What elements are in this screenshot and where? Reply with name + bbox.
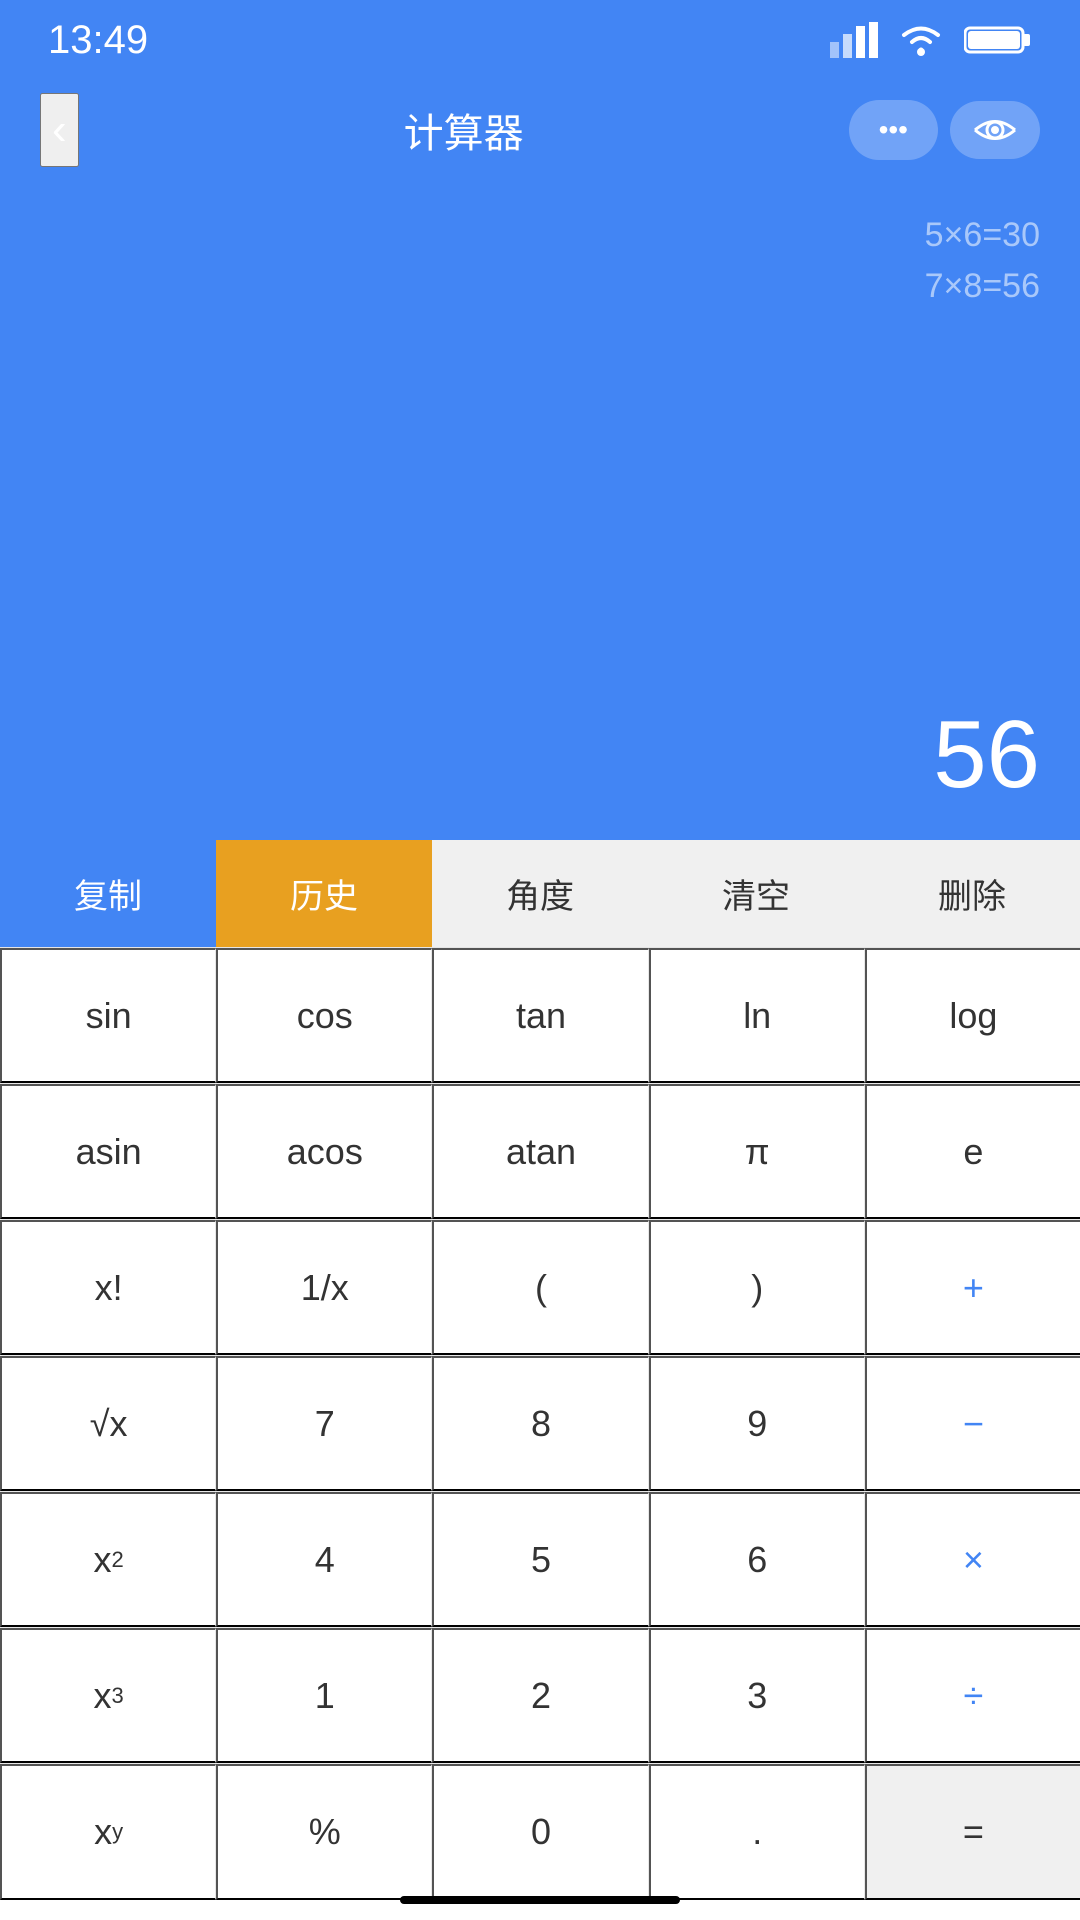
- wifi-icon: [896, 22, 946, 58]
- back-button[interactable]: ‹: [40, 93, 79, 167]
- key-atan[interactable]: atan: [432, 1084, 648, 1219]
- key-pi[interactable]: π: [649, 1084, 865, 1219]
- home-indicator: [400, 1896, 680, 1904]
- header: ‹ 计算器 •••: [0, 80, 1080, 180]
- keypad-row-6: x3 1 2 3 ÷: [0, 1628, 1080, 1764]
- key-multiply[interactable]: ×: [865, 1492, 1080, 1627]
- key-asin[interactable]: asin: [0, 1084, 216, 1219]
- key-equals[interactable]: =: [865, 1764, 1080, 1900]
- keypad-row-4: √x 7 8 9 −: [0, 1356, 1080, 1492]
- key-factorial[interactable]: x!: [0, 1220, 216, 1355]
- angle-button[interactable]: 角度: [432, 840, 648, 947]
- key-minus[interactable]: −: [865, 1356, 1080, 1491]
- keypad-row-2: asin acos atan π e: [0, 1084, 1080, 1220]
- display-area: 5×6=30 7×8=56 56: [0, 180, 1080, 840]
- keypad-row-5: x2 4 5 6 ×: [0, 1492, 1080, 1628]
- key-rparen[interactable]: ): [649, 1220, 865, 1355]
- key-acos[interactable]: acos: [216, 1084, 432, 1219]
- key-log[interactable]: log: [865, 948, 1080, 1083]
- history-button[interactable]: 历史: [216, 840, 432, 947]
- key-plus[interactable]: +: [865, 1220, 1080, 1355]
- history-display: 5×6=30 7×8=56: [925, 210, 1040, 312]
- key-ln[interactable]: ln: [649, 948, 865, 1083]
- key-2[interactable]: 2: [432, 1628, 648, 1763]
- header-actions: •••: [849, 100, 1040, 160]
- key-9[interactable]: 9: [649, 1356, 865, 1491]
- key-sqrt[interactable]: √x: [0, 1356, 216, 1491]
- key-lparen[interactable]: (: [432, 1220, 648, 1355]
- key-0[interactable]: 0: [432, 1764, 648, 1900]
- key-tan[interactable]: tan: [432, 948, 648, 1083]
- status-bar: 13:49: [0, 0, 1080, 80]
- key-7[interactable]: 7: [216, 1356, 432, 1491]
- keypad-row-3: x! 1/x ( ) +: [0, 1220, 1080, 1356]
- key-5[interactable]: 5: [432, 1492, 648, 1627]
- key-8[interactable]: 8: [432, 1356, 648, 1491]
- action-row: 复制 历史 角度 清空 删除: [0, 840, 1080, 948]
- key-sin[interactable]: sin: [0, 948, 216, 1083]
- result-display: 56: [933, 700, 1040, 810]
- history-line-1: 5×6=30: [925, 210, 1040, 261]
- status-icons: [830, 22, 1032, 58]
- eye-icon: [973, 115, 1017, 145]
- key-1[interactable]: 1: [216, 1628, 432, 1763]
- more-button[interactable]: •••: [849, 100, 938, 160]
- key-power[interactable]: xy: [0, 1764, 216, 1900]
- status-time: 13:49: [48, 18, 148, 63]
- keypad-row-1: sin cos tan ln log: [0, 948, 1080, 1084]
- signal-icon: [830, 22, 878, 58]
- key-cos[interactable]: cos: [216, 948, 432, 1083]
- key-3[interactable]: 3: [649, 1628, 865, 1763]
- eye-button[interactable]: [950, 101, 1040, 159]
- clear-button[interactable]: 清空: [648, 840, 864, 947]
- key-6[interactable]: 6: [649, 1492, 865, 1627]
- key-reciprocal[interactable]: 1/x: [216, 1220, 432, 1355]
- key-square[interactable]: x2: [0, 1492, 216, 1627]
- history-line-2: 7×8=56: [925, 261, 1040, 312]
- keypad: sin cos tan ln log asin acos atan π e x!…: [0, 948, 1080, 1900]
- key-percent[interactable]: %: [216, 1764, 432, 1900]
- battery-icon: [964, 22, 1032, 58]
- key-e[interactable]: e: [865, 1084, 1080, 1219]
- key-cube[interactable]: x3: [0, 1628, 216, 1763]
- keypad-row-7: xy % 0 . =: [0, 1764, 1080, 1900]
- key-divide[interactable]: ÷: [865, 1628, 1080, 1763]
- key-4[interactable]: 4: [216, 1492, 432, 1627]
- delete-button[interactable]: 删除: [864, 840, 1080, 947]
- copy-button[interactable]: 复制: [0, 840, 216, 947]
- header-title: 计算器: [404, 101, 524, 159]
- key-dot[interactable]: .: [649, 1764, 865, 1900]
